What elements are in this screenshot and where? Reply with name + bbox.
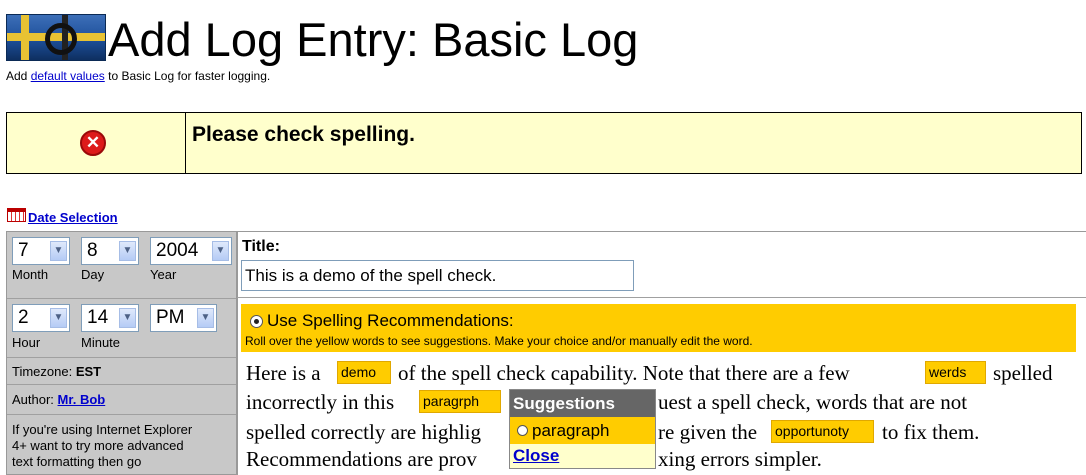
subtitle-prefix: Add bbox=[6, 69, 28, 83]
month-select[interactable]: 7 ▼ bbox=[12, 237, 70, 265]
subtitle-suffix: to Basic Log for faster logging. bbox=[108, 69, 271, 83]
minute-value: 14 bbox=[87, 307, 109, 328]
suggestions-title: Suggestions bbox=[510, 390, 655, 417]
subtitle: Add default values to Basic Log for fast… bbox=[6, 69, 270, 83]
page-title: Add Log Entry: Basic Log bbox=[108, 13, 639, 66]
timezone-label: Timezone: bbox=[12, 364, 73, 379]
calendar-icon[interactable] bbox=[7, 208, 26, 222]
misspelled-word[interactable]: werds bbox=[925, 361, 986, 384]
chevron-down-icon[interactable]: ▼ bbox=[197, 308, 214, 328]
body-line-3-a: spelled correctly are highlig bbox=[246, 420, 481, 444]
chevron-down-icon[interactable]: ▼ bbox=[119, 308, 136, 328]
chevron-down-icon[interactable]: ▼ bbox=[119, 241, 136, 261]
panel-divider bbox=[237, 297, 1086, 298]
author-info: Author: Mr. Bob bbox=[12, 392, 105, 408]
spelling-hint: Roll over the yellow words to see sugges… bbox=[245, 334, 753, 348]
suggestions-popup: Suggestions paragraph Close bbox=[509, 389, 656, 469]
body-line-4-b: xing errors simpler. bbox=[658, 447, 822, 471]
suggestion-option[interactable]: paragraph bbox=[510, 417, 655, 444]
day-label: Day bbox=[81, 267, 105, 282]
author-link[interactable]: Mr. Bob bbox=[58, 392, 106, 407]
year-label: Year bbox=[150, 267, 177, 282]
row-divider bbox=[7, 414, 236, 415]
body-line-1-b: of the spell check capability. Note that… bbox=[398, 361, 850, 385]
body-line-3-c: to fix them. bbox=[882, 420, 980, 444]
day-value: 8 bbox=[87, 240, 98, 261]
author-label: Author: bbox=[12, 392, 54, 407]
misspelled-word[interactable]: demo bbox=[337, 361, 391, 384]
default-values-link[interactable]: default values bbox=[31, 69, 105, 83]
spelling-recommendations-bar: Use Spelling Recommendations: Roll over … bbox=[241, 304, 1076, 352]
body-line-4-a: Recommendations are prov bbox=[246, 447, 477, 471]
alert-box: ✕ Please check spelling. bbox=[6, 112, 1082, 174]
alert-message: Please check spelling. bbox=[192, 123, 415, 146]
ampm-select[interactable]: PM ▼ bbox=[150, 304, 217, 332]
misspelled-word[interactable]: opportunoty bbox=[771, 420, 874, 443]
title-label: Title: bbox=[242, 238, 280, 255]
close-suggestions-link[interactable]: Close bbox=[513, 446, 559, 466]
error-icon: ✕ bbox=[80, 130, 106, 156]
suggestion-option-label: paragraph bbox=[532, 421, 610, 440]
hour-value: 2 bbox=[18, 307, 29, 328]
title-input[interactable]: This is a demo of the spell check. bbox=[241, 260, 634, 291]
ie-note-line-2: 4+ want to try more advanced bbox=[12, 438, 184, 453]
chevron-down-icon[interactable]: ▼ bbox=[50, 308, 67, 328]
spelling-title: Use Spelling Recommendations: bbox=[267, 311, 514, 330]
date-selection-link[interactable]: Date Selection bbox=[28, 210, 118, 225]
logo-image bbox=[6, 14, 106, 61]
ie-note-line-3: text formatting then go bbox=[12, 454, 142, 469]
body-line-1-c: spelled bbox=[993, 361, 1053, 385]
body-line-2-a: incorrectly in this bbox=[246, 390, 395, 414]
date-panel: 7 ▼ Month 8 ▼ Day 2004 ▼ Year 2 ▼ Hour 1… bbox=[6, 231, 237, 475]
hour-label: Hour bbox=[12, 335, 41, 350]
month-value: 7 bbox=[18, 240, 29, 261]
ampm-value: PM bbox=[156, 307, 185, 328]
minute-select[interactable]: 14 ▼ bbox=[81, 304, 139, 332]
body-line-1-a: Here is a bbox=[246, 361, 321, 385]
body-line-2-b: uest a spell check, words that are not bbox=[658, 390, 968, 414]
alert-divider bbox=[185, 113, 186, 173]
minute-label: Minute bbox=[81, 335, 121, 350]
day-select[interactable]: 8 ▼ bbox=[81, 237, 139, 265]
timezone-info: Timezone: EST bbox=[12, 364, 101, 380]
row-divider bbox=[7, 384, 236, 385]
body-line-3-b: re given the bbox=[658, 420, 758, 444]
misspelled-word[interactable]: paragrph bbox=[419, 390, 501, 413]
chevron-down-icon[interactable]: ▼ bbox=[212, 241, 229, 261]
timezone-value: EST bbox=[75, 364, 102, 379]
use-spelling-radio[interactable] bbox=[250, 315, 263, 328]
year-value: 2004 bbox=[156, 240, 199, 261]
month-label: Month bbox=[12, 267, 49, 282]
year-select[interactable]: 2004 ▼ bbox=[150, 237, 232, 265]
ie-note-line-1: If you're using Internet Explorer bbox=[12, 422, 193, 437]
hour-select[interactable]: 2 ▼ bbox=[12, 304, 70, 332]
radio-icon[interactable] bbox=[517, 425, 528, 436]
chevron-down-icon[interactable]: ▼ bbox=[50, 241, 67, 261]
row-divider bbox=[7, 298, 236, 299]
row-divider bbox=[7, 357, 236, 358]
